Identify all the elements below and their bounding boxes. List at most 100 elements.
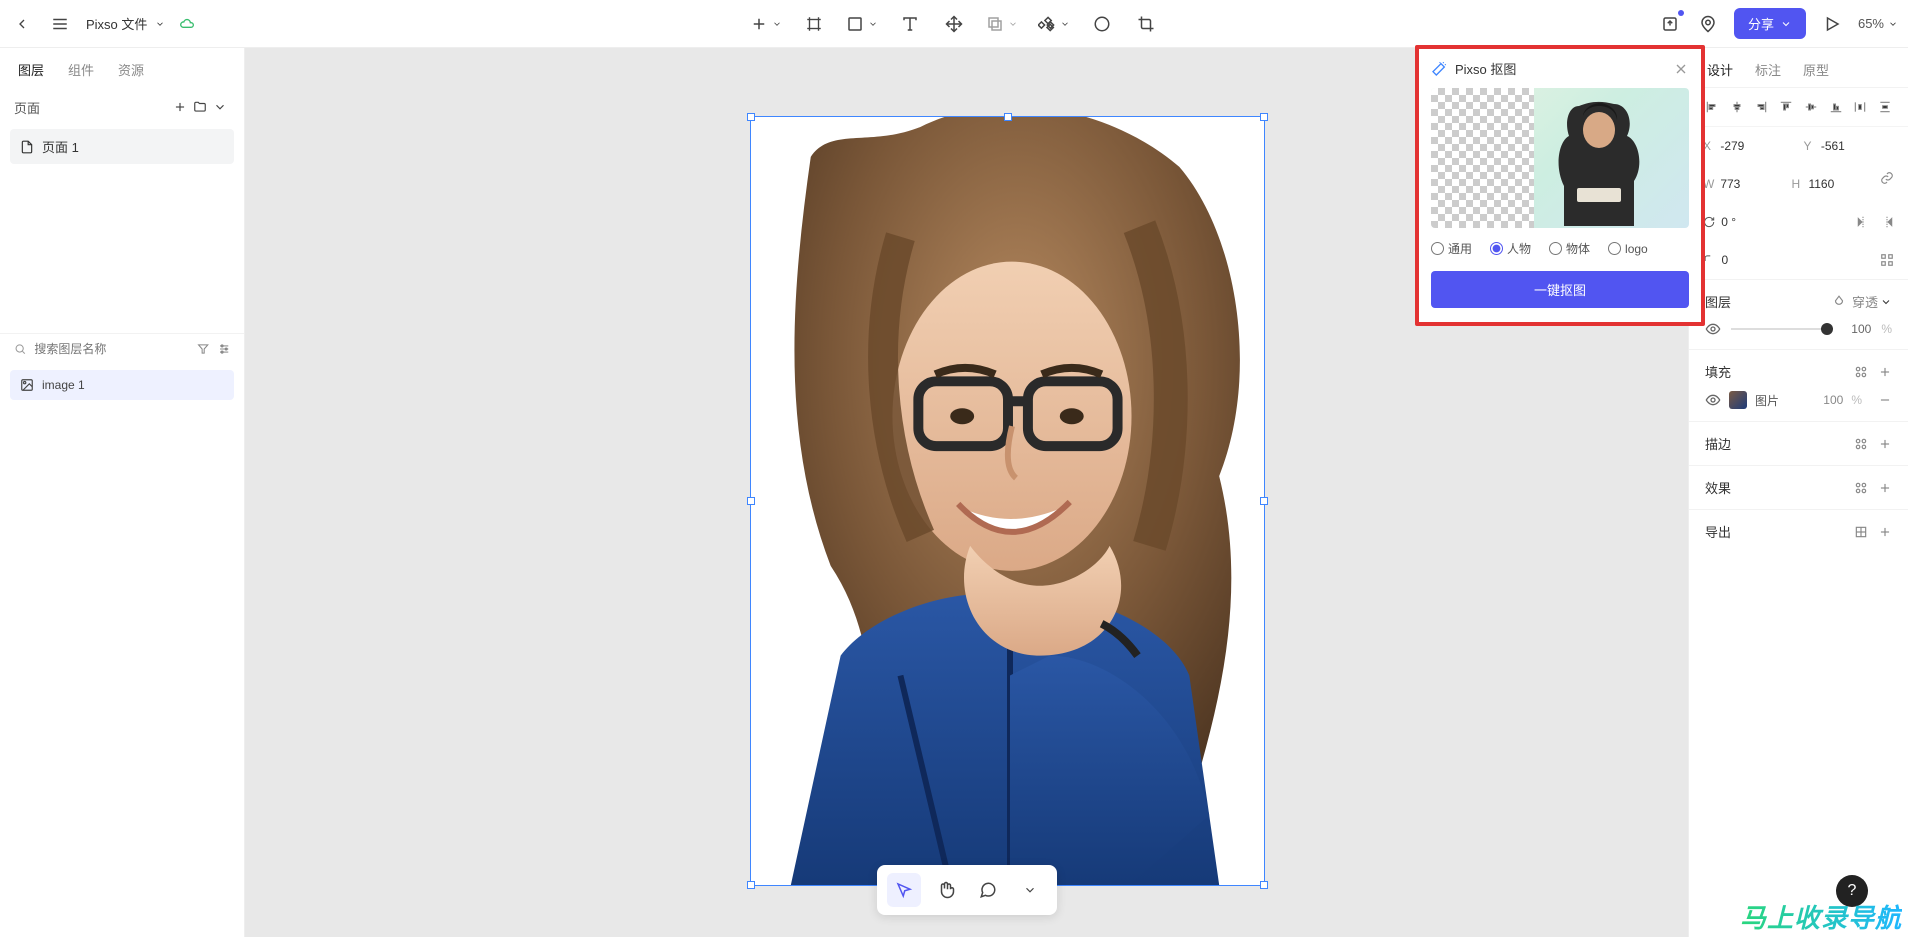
boolean-tool[interactable] <box>986 12 1018 36</box>
h-field[interactable]: H <box>1792 171 1871 197</box>
remove-fill-icon[interactable] <box>1878 393 1892 407</box>
export-section-label: 导出 <box>1705 522 1854 541</box>
zoom-level[interactable]: 65% <box>1858 16 1898 31</box>
align-hcenter-icon[interactable] <box>1728 98 1746 116</box>
page-item[interactable]: 页面 1 <box>10 129 234 164</box>
image-layer-icon <box>20 378 34 392</box>
resize-handle[interactable] <box>1260 881 1268 889</box>
move-tool-icon[interactable] <box>942 12 966 36</box>
y-field[interactable]: Y <box>1804 133 1895 159</box>
link-dimensions-icon[interactable] <box>1880 171 1894 185</box>
radio-person[interactable]: 人物 <box>1490 240 1531 257</box>
fill-section-label: 填充 <box>1705 362 1854 381</box>
file-name-dropdown[interactable]: Pixso 文件 <box>86 14 165 33</box>
x-field[interactable]: X <box>1703 133 1794 159</box>
export-slice-icon[interactable] <box>1854 525 1868 539</box>
fill-opacity[interactable]: 100 <box>1823 393 1843 407</box>
right-tab-inspect[interactable]: 标注 <box>1755 60 1781 79</box>
topbar: Pixso 文件 <box>0 0 1908 48</box>
align-toolbar <box>1689 88 1908 127</box>
cutout-mode-radios: 通用 人物 物体 logo <box>1431 240 1689 257</box>
layer-item[interactable]: image 1 <box>10 370 234 400</box>
resize-handle[interactable] <box>1004 113 1012 121</box>
corner-detail-icon[interactable] <box>1880 253 1894 267</box>
resize-handle[interactable] <box>1260 113 1268 121</box>
align-bottom-icon[interactable] <box>1827 98 1845 116</box>
location-icon[interactable] <box>1696 12 1720 36</box>
right-panel: 设计 标注 原型 X Y W H <box>1688 48 1908 937</box>
blend-mode-icon[interactable] <box>1832 295 1846 309</box>
add-stroke-icon[interactable] <box>1878 437 1892 451</box>
blend-mode-value[interactable]: 穿透 <box>1852 292 1878 311</box>
play-icon[interactable] <box>1820 12 1844 36</box>
resize-handle[interactable] <box>747 113 755 121</box>
fill-swatch[interactable] <box>1729 391 1747 409</box>
resize-handle[interactable] <box>1260 497 1268 505</box>
text-tool-icon[interactable] <box>898 12 922 36</box>
fill-type[interactable]: 图片 <box>1755 392 1779 409</box>
ellipse-tool-icon[interactable] <box>1090 12 1114 36</box>
portrait-illustration <box>751 117 1264 885</box>
stroke-style-icon[interactable] <box>1854 437 1868 451</box>
left-tab-assets[interactable]: 资源 <box>118 60 144 79</box>
add-fill-icon[interactable] <box>1878 365 1892 379</box>
fill-visibility-icon[interactable] <box>1705 392 1721 408</box>
left-tab-components[interactable]: 组件 <box>68 60 94 79</box>
radio-object[interactable]: 物体 <box>1549 240 1590 257</box>
layer-search-input[interactable] <box>34 342 189 356</box>
flip-h-icon[interactable] <box>1856 215 1870 229</box>
component-tool[interactable] <box>1038 12 1070 36</box>
flip-v-icon[interactable] <box>1880 215 1894 229</box>
right-tab-prototype[interactable]: 原型 <box>1803 60 1829 79</box>
distribute-v-icon[interactable] <box>1876 98 1894 116</box>
shape-tool[interactable] <box>846 12 878 36</box>
radius-field[interactable] <box>1703 247 1870 273</box>
rotation-field[interactable] <box>1703 209 1846 235</box>
crop-tool-icon[interactable] <box>1134 12 1158 36</box>
fill-style-icon[interactable] <box>1854 365 1868 379</box>
hand-tool-icon[interactable] <box>929 873 963 907</box>
cloud-sync-icon <box>179 16 195 32</box>
preview-person-icon <box>1539 96 1659 226</box>
align-right-icon[interactable] <box>1752 98 1770 116</box>
add-tool[interactable] <box>750 12 782 36</box>
opacity-slider[interactable] <box>1731 328 1827 330</box>
effect-style-icon[interactable] <box>1854 481 1868 495</box>
menu-icon[interactable] <box>48 12 72 36</box>
export-icon[interactable] <box>1658 12 1682 36</box>
right-tab-design[interactable]: 设计 <box>1707 60 1733 79</box>
cutout-button[interactable]: 一键抠图 <box>1431 271 1689 308</box>
filter-icon[interactable] <box>197 342 209 356</box>
add-page-icon[interactable] <box>170 97 190 117</box>
folder-icon[interactable] <box>190 97 210 117</box>
cutout-preview <box>1431 88 1689 228</box>
share-button[interactable]: 分享 <box>1734 8 1806 39</box>
opacity-value[interactable]: 100 <box>1837 322 1871 336</box>
more-tools-icon[interactable] <box>1013 873 1047 907</box>
distribute-h-icon[interactable] <box>1851 98 1869 116</box>
left-tab-layers[interactable]: 图层 <box>18 60 44 79</box>
layer-section-label: 图层 <box>1705 292 1832 311</box>
stroke-section-label: 描边 <box>1705 434 1854 453</box>
search-icon <box>14 342 26 356</box>
align-vcenter-icon[interactable] <box>1802 98 1820 116</box>
pointer-tool-icon[interactable] <box>887 873 921 907</box>
visibility-toggle-icon[interactable] <box>1705 321 1721 337</box>
settings-icon[interactable] <box>218 342 230 356</box>
align-top-icon[interactable] <box>1777 98 1795 116</box>
frame-tool-icon[interactable] <box>802 12 826 36</box>
collapse-pages-icon[interactable] <box>210 97 230 117</box>
comment-tool-icon[interactable] <box>971 873 1005 907</box>
close-icon[interactable] <box>1673 61 1689 77</box>
align-left-icon[interactable] <box>1703 98 1721 116</box>
back-icon[interactable] <box>10 12 34 36</box>
resize-handle[interactable] <box>747 881 755 889</box>
resize-handle[interactable] <box>747 497 755 505</box>
radio-general[interactable]: 通用 <box>1431 240 1472 257</box>
radio-logo[interactable]: logo <box>1608 242 1648 256</box>
selected-image[interactable]: 773×1160 <box>750 116 1265 886</box>
w-field[interactable]: W <box>1703 171 1782 197</box>
add-export-icon[interactable] <box>1878 525 1892 539</box>
effect-section-label: 效果 <box>1705 478 1854 497</box>
add-effect-icon[interactable] <box>1878 481 1892 495</box>
